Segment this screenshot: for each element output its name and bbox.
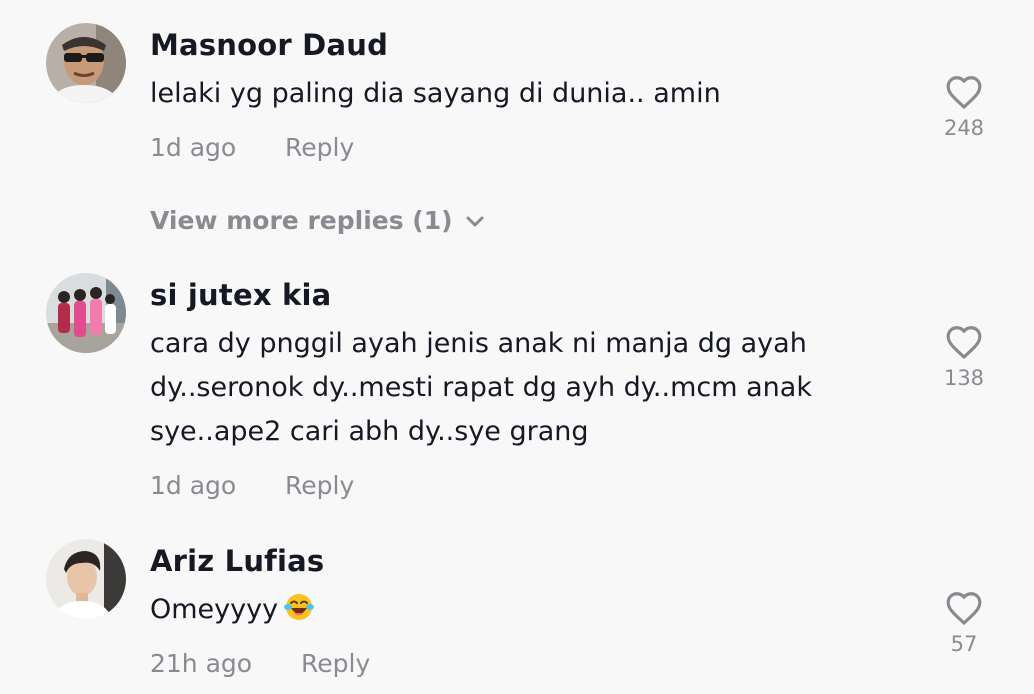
- comment-text: lelaki yg paling dia sayang di dunia.. a…: [150, 72, 870, 116]
- heart-outline-icon: [946, 592, 982, 625]
- face-with-tears-of-joy-emoji: [284, 592, 315, 636]
- reply-button[interactable]: Reply: [285, 471, 354, 500]
- comment-text-content: Omeyyyy: [150, 594, 279, 625]
- view-more-replies-button[interactable]: View more replies (1): [150, 206, 485, 235]
- reply-button[interactable]: Reply: [301, 649, 370, 678]
- reply-button[interactable]: Reply: [285, 133, 354, 162]
- comment-meta: 1d ago Reply: [150, 471, 354, 500]
- comment-username[interactable]: si jutex kia: [150, 278, 331, 312]
- avatar[interactable]: [46, 539, 126, 619]
- like-count: 138: [943, 366, 985, 390]
- like-count: 248: [943, 116, 985, 140]
- avatar[interactable]: [46, 23, 126, 103]
- comment-time: 21h ago: [150, 649, 253, 678]
- like-button[interactable]: 57: [930, 590, 998, 656]
- like-button[interactable]: 248: [930, 74, 998, 140]
- comment-username[interactable]: Ariz Lufias: [150, 544, 324, 578]
- comment-meta: 21h ago Reply: [150, 649, 370, 678]
- chevron-down-icon: [466, 216, 484, 227]
- group-photo-avatar: [46, 273, 126, 353]
- comment-text: cara dy pnggil ayah jenis anak ni manja …: [150, 322, 870, 454]
- comment-username[interactable]: Masnoor Daud: [150, 28, 388, 62]
- comment-meta: 1d ago Reply: [150, 133, 354, 162]
- comment-text-line: dy..seronok dy..mesti rapat dg ayh dy..m…: [150, 372, 812, 403]
- man-sunglasses-avatar: [46, 23, 126, 103]
- heart-outline-icon: [946, 326, 982, 359]
- comment-text-line: sye..ape2 cari abh dy..sye grang: [150, 416, 589, 447]
- comment-time: 1d ago: [150, 471, 237, 500]
- comment-text-line: cara dy pnggil ayah jenis anak ni manja …: [150, 328, 807, 359]
- young-man-avatar: [46, 539, 126, 619]
- comment-text-line: lelaki yg paling dia sayang di dunia.. a…: [150, 78, 721, 109]
- comment-text: Omeyyyy: [150, 588, 870, 636]
- view-more-replies-label: View more replies (1): [150, 206, 453, 235]
- heart-outline-icon: [946, 76, 982, 109]
- like-button[interactable]: 138: [930, 324, 998, 390]
- like-count: 57: [950, 632, 978, 656]
- face-with-tears-of-joy-icon: [284, 594, 315, 620]
- avatar[interactable]: [46, 273, 126, 353]
- comment-time: 1d ago: [150, 133, 237, 162]
